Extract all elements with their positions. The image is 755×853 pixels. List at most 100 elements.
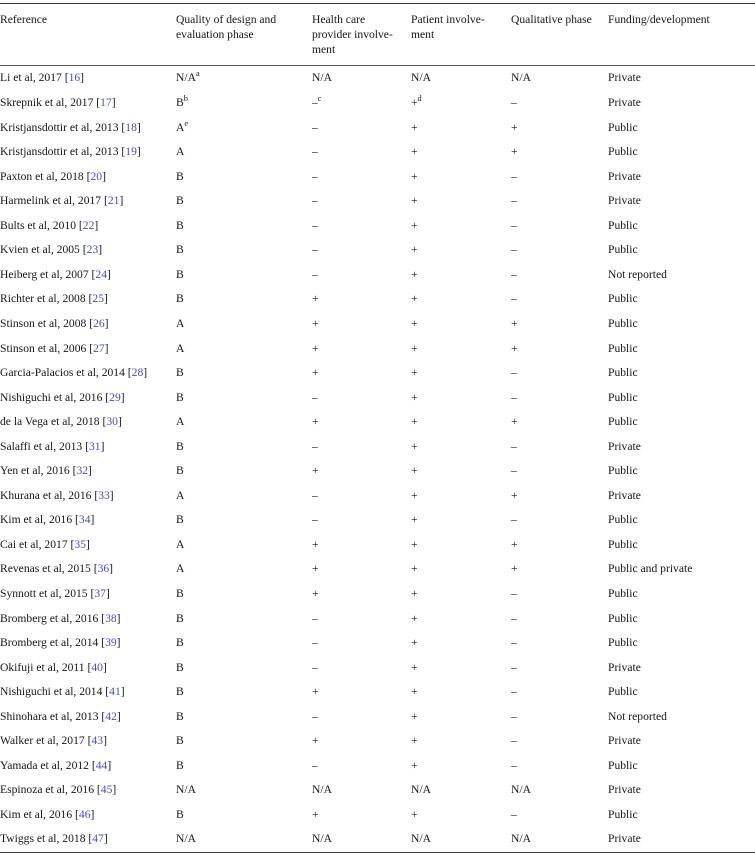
cell-patient-involvement: + xyxy=(407,263,507,288)
hcp-value: – xyxy=(312,758,318,772)
reference-bracket-close: ] xyxy=(112,783,117,797)
table-row: Khurana et al, 2016 [33] A – + + Private xyxy=(0,484,755,509)
column-header-line: Reference xyxy=(0,13,47,26)
citation-link[interactable]: 34 xyxy=(79,513,91,526)
citation-link[interactable]: 19 xyxy=(125,145,137,158)
cell-qualitative-phase: + xyxy=(507,116,604,141)
citation-link[interactable]: 36 xyxy=(98,562,110,575)
citation-link[interactable]: 45 xyxy=(101,783,113,796)
citation-link[interactable]: 44 xyxy=(96,759,108,772)
citation-link[interactable]: 39 xyxy=(105,636,117,649)
citation-link[interactable]: 40 xyxy=(91,661,103,674)
citation-link[interactable]: 31 xyxy=(89,440,101,453)
cell-reference: Yamada et al, 2012 [44] xyxy=(0,754,172,779)
header-row: Reference Quality of design and evaluatio… xyxy=(0,3,755,67)
cell-funding-development: Public xyxy=(604,337,755,362)
cell-patient-involvement: + xyxy=(407,680,507,705)
column-header-funding-development: Funding/development xyxy=(604,3,755,67)
qualitative-value: – xyxy=(511,194,517,208)
cell-reference: Garcia-Palacios et al, 2014 [28] xyxy=(0,361,172,386)
citation-link[interactable]: 28 xyxy=(132,366,144,379)
quality-value: B xyxy=(176,366,184,380)
cell-reference: Li et al, 2017 [16] xyxy=(0,66,172,91)
citation-link[interactable]: 32 xyxy=(76,464,88,477)
hcp-value: N/A xyxy=(312,832,332,846)
citation-link[interactable]: 18 xyxy=(125,121,137,134)
citation-link[interactable]: 46 xyxy=(79,808,91,821)
cell-reference: Paxton et al, 2018 [20] xyxy=(0,165,172,190)
qualitative-value: – xyxy=(511,758,517,772)
citation-link[interactable]: 23 xyxy=(87,243,99,256)
cell-quality: B xyxy=(172,459,308,484)
citation-link[interactable]: 25 xyxy=(92,292,104,305)
reference-author: Bromberg et al, 2014 [ xyxy=(0,636,106,650)
cell-quality: B xyxy=(172,238,308,263)
citation-link[interactable]: 20 xyxy=(90,170,102,183)
qualitative-value: – xyxy=(511,464,517,478)
cell-patient-involvement: + xyxy=(407,287,507,312)
column-header-health-care-provider-involvement: Health care provider involve-ment xyxy=(308,3,407,67)
table-row: Garcia-Palacios et al, 2014 [28] B + + – Publ… xyxy=(0,361,755,386)
cell-funding-development: Public xyxy=(604,680,755,705)
qualitative-value: – xyxy=(511,807,517,821)
citation-link[interactable]: 22 xyxy=(83,219,95,232)
cell-health-care-provider-involvement: + xyxy=(308,459,407,484)
cell-funding-development: Private xyxy=(604,656,755,681)
citation-link[interactable]: 30 xyxy=(106,415,118,428)
funding-value: Public xyxy=(608,636,638,650)
funding-value: Public xyxy=(608,611,638,625)
cell-qualitative-phase: – xyxy=(507,631,604,656)
reference-bracket-close: ] xyxy=(104,316,109,330)
citation-link[interactable]: 33 xyxy=(98,489,110,502)
citation-link[interactable]: 35 xyxy=(74,538,86,551)
column-header-quality: Quality of design and evaluation phase xyxy=(172,3,308,67)
citation-link[interactable]: 24 xyxy=(95,268,107,281)
reference-bracket-close: ] xyxy=(136,145,141,159)
reference-author: Harmelink et al, 2017 [ xyxy=(0,194,108,208)
column-header-line: Qualitative phase xyxy=(511,13,592,26)
qualitative-value: – xyxy=(511,218,517,232)
citation-link[interactable]: 16 xyxy=(69,71,81,84)
footnote-marker: b xyxy=(183,94,188,104)
cell-quality: Ae xyxy=(172,116,308,141)
citation-link[interactable]: 37 xyxy=(94,587,106,600)
citation-link[interactable]: 41 xyxy=(109,685,121,698)
reference-author: Paxton et al, 2018 [ xyxy=(0,169,91,183)
quality-value: B xyxy=(176,439,184,453)
reference-author: Walker et al, 2017 [ xyxy=(0,734,92,748)
funding-value: Not reported xyxy=(608,267,667,281)
citation-link[interactable]: 27 xyxy=(93,342,105,355)
qualitative-value: + xyxy=(511,415,518,429)
quality-value: B xyxy=(176,96,184,110)
qualitative-value: + xyxy=(511,145,518,159)
citation-link[interactable]: 21 xyxy=(108,194,120,207)
reference-author: Nishiguchi et al, 2016 [ xyxy=(0,390,110,404)
citation-link[interactable]: 17 xyxy=(100,96,112,109)
cell-health-care-provider-involvement: – xyxy=(308,214,407,239)
citation-link[interactable]: 29 xyxy=(109,391,121,404)
footnote-marker: e xyxy=(184,118,189,128)
qualitative-value: – xyxy=(511,243,517,257)
cell-qualitative-phase: – xyxy=(507,263,604,288)
table-header: Reference Quality of design and evaluatio… xyxy=(0,3,755,67)
citation-link[interactable]: 47 xyxy=(92,832,104,845)
cell-quality: A xyxy=(172,410,308,435)
citation-link[interactable]: 38 xyxy=(105,612,117,625)
cell-health-care-provider-involvement: – xyxy=(308,435,407,460)
cell-reference: Shinohara et al, 2013 [42] xyxy=(0,705,172,730)
funding-value: Public and private xyxy=(608,562,693,576)
reference-author: Kristjansdottir et al, 2013 [ xyxy=(0,145,126,159)
cell-health-care-provider-involvement: –c xyxy=(308,91,407,116)
patient-value: + xyxy=(411,120,418,134)
citation-link[interactable]: 26 xyxy=(93,317,105,330)
reference-bracket-close: ] xyxy=(104,341,109,355)
citation-link[interactable]: 42 xyxy=(105,710,117,723)
quality-value: B xyxy=(176,390,184,404)
hcp-value: – xyxy=(312,194,318,208)
qualitative-value: N/A xyxy=(511,71,531,85)
citation-link[interactable]: 43 xyxy=(91,734,103,747)
reference-author: de la Vega et al, 2018 [ xyxy=(0,415,107,429)
funding-value: Private xyxy=(608,488,641,502)
hcp-value: + xyxy=(312,366,319,380)
cell-qualitative-phase: – xyxy=(507,165,604,190)
